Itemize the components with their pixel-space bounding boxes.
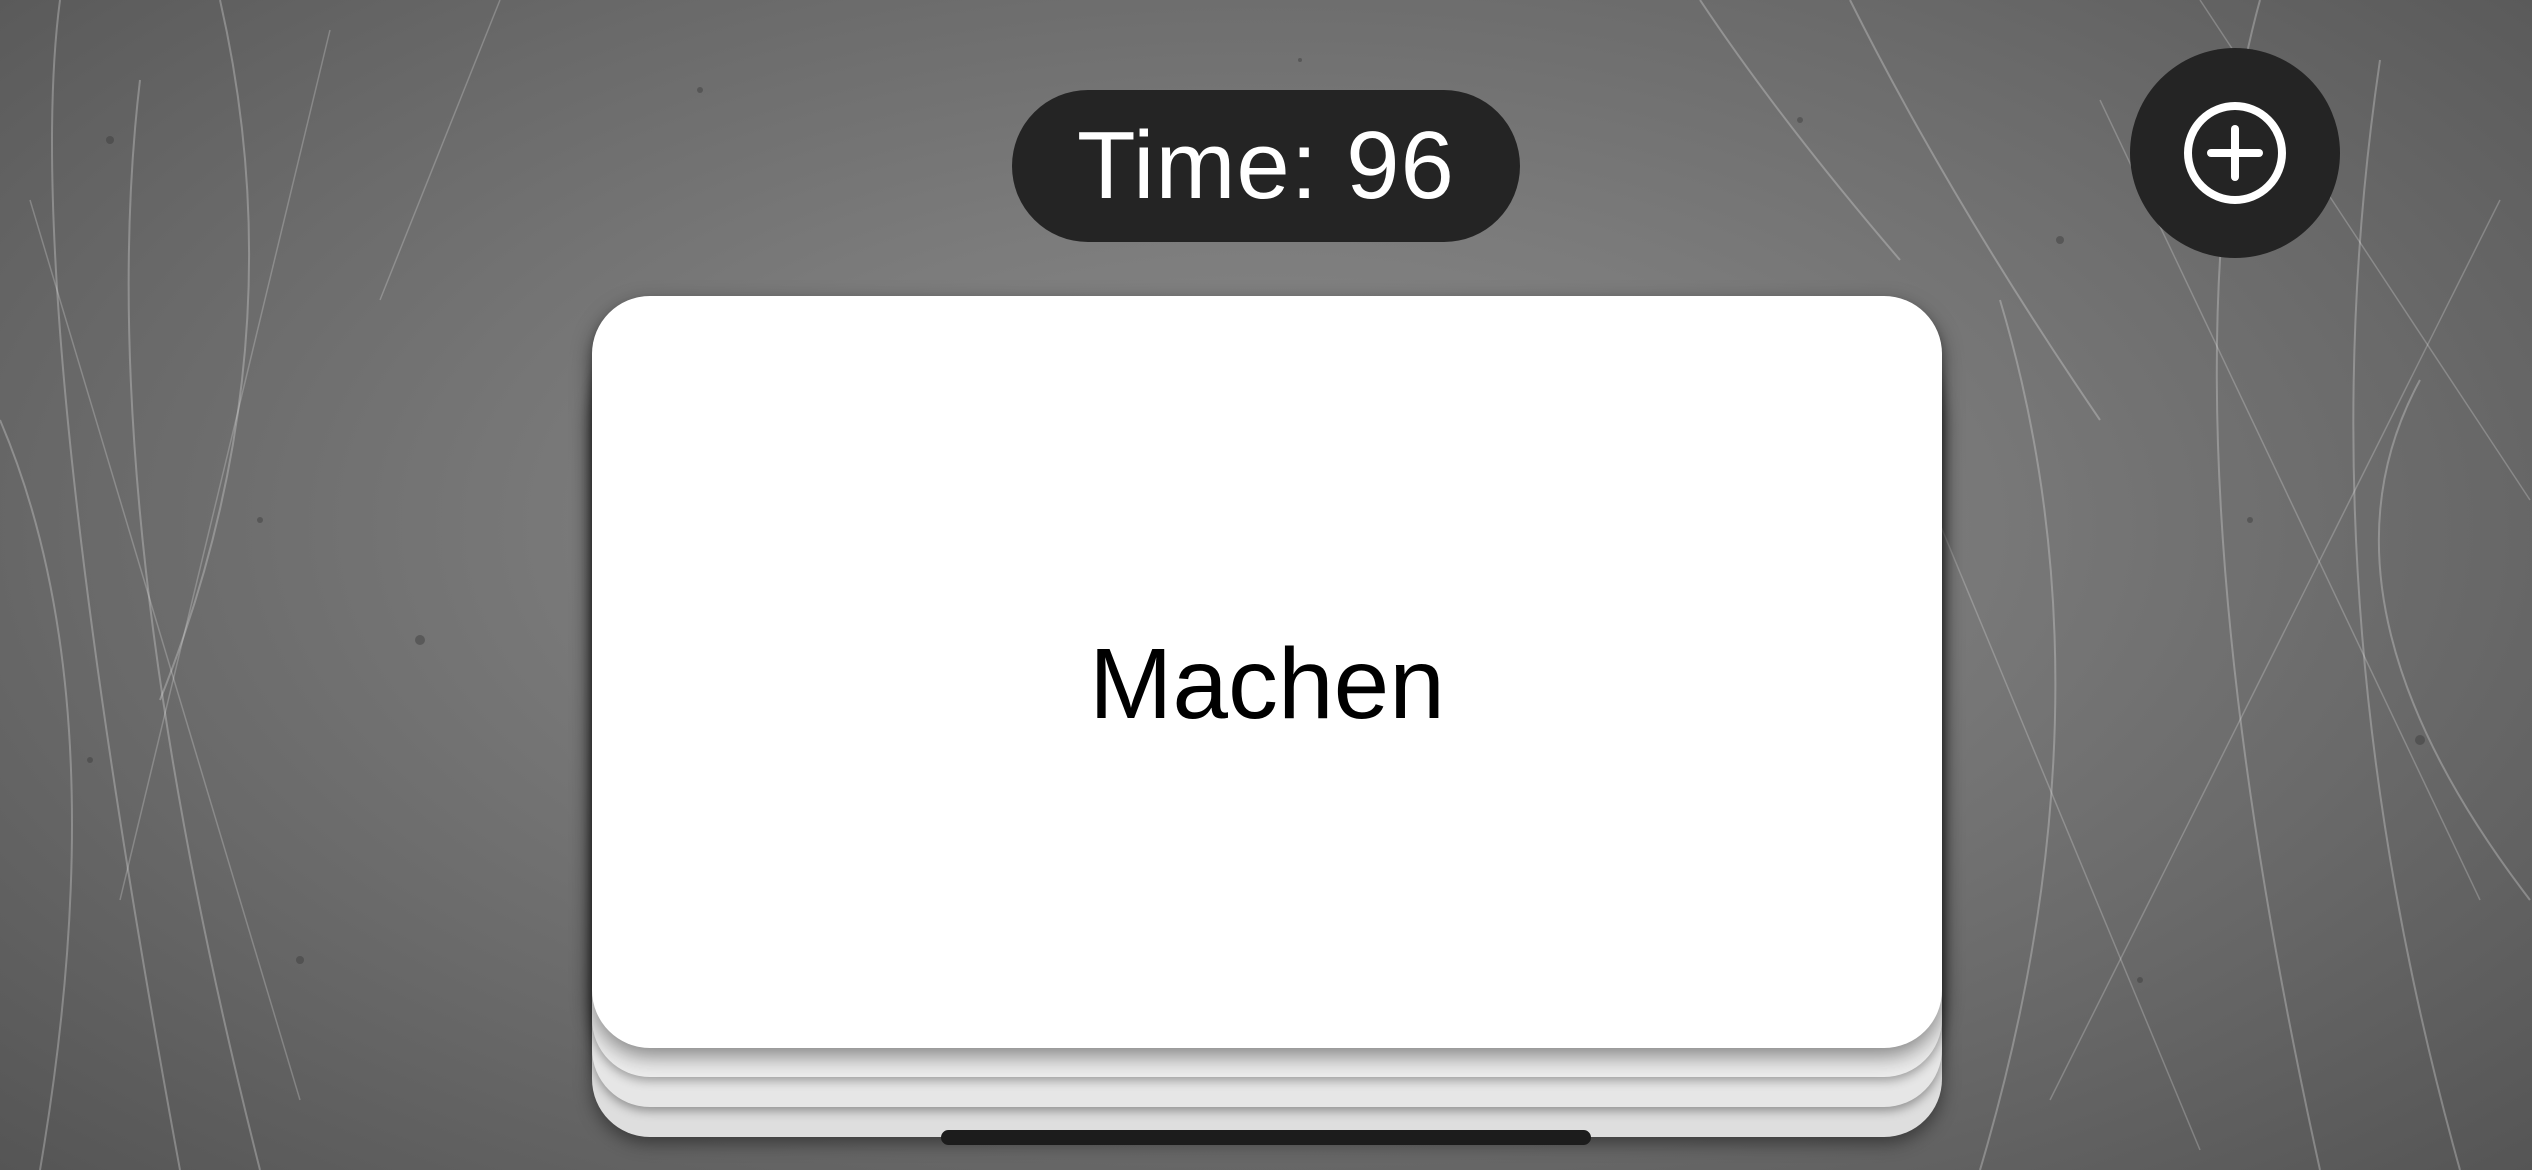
home-indicator[interactable] [941, 1130, 1591, 1145]
flashcard[interactable]: Machen [592, 296, 1942, 1048]
plus-circle-icon [2184, 102, 2286, 204]
timer-label: Time: 96 [1077, 112, 1455, 219]
timer-display: Time: 96 [1012, 90, 1520, 242]
add-button[interactable] [2130, 48, 2340, 258]
flashcard-word: Machen [1089, 627, 1445, 740]
